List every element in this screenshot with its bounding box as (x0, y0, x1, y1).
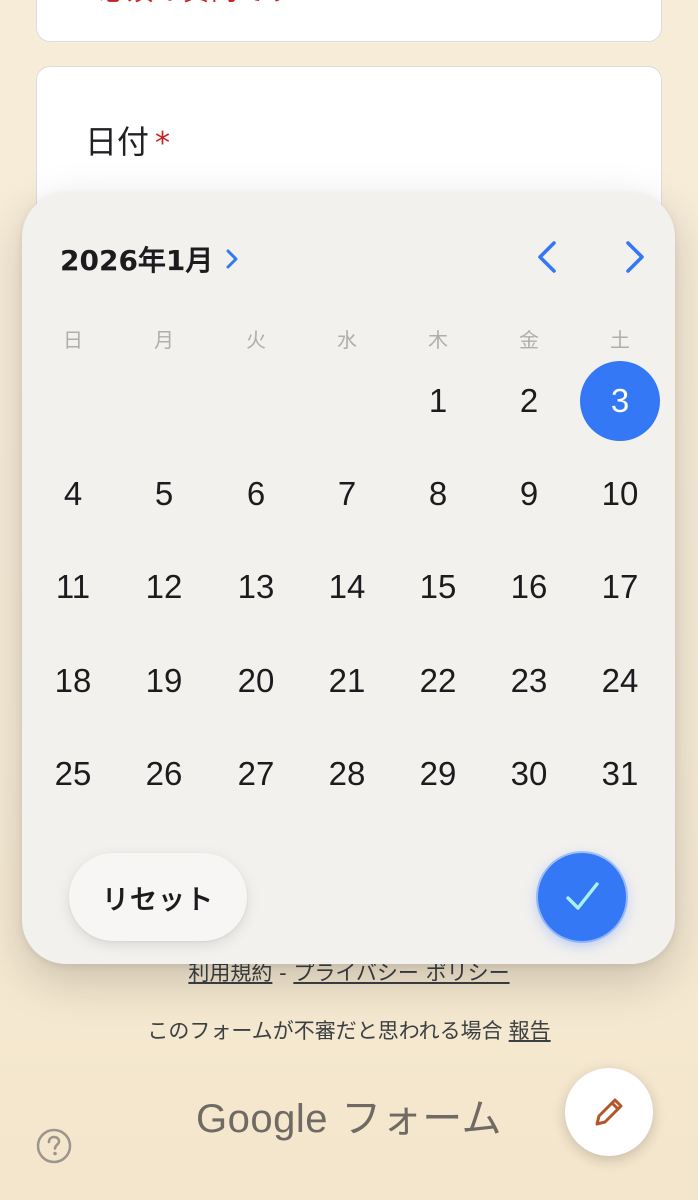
required-marker: * (155, 126, 171, 161)
confirm-button[interactable] (538, 853, 626, 941)
edit-button[interactable] (565, 1068, 653, 1156)
weekday-label: 月 (154, 328, 174, 352)
calendar-day[interactable]: 28 (307, 734, 387, 814)
privacy-link[interactable]: プライバシー ポリシー (293, 961, 509, 985)
calendar-day[interactable]: 21 (307, 641, 387, 721)
calendar-day[interactable]: 16 (489, 547, 569, 627)
weekday-label: 火 (246, 328, 266, 352)
calendar-day[interactable]: 29 (398, 734, 478, 814)
previous-month-button[interactable] (530, 237, 566, 277)
calendar-day[interactable]: 25 (33, 734, 113, 814)
calendar-day[interactable]: 22 (398, 641, 478, 721)
brand-forms: フォーム (327, 1096, 502, 1142)
calendar-day[interactable]: 10 (580, 454, 660, 534)
calendar-day[interactable]: 6 (216, 454, 296, 534)
chevron-left-icon (538, 241, 556, 273)
selected-day[interactable]: 3 (580, 361, 660, 441)
month-year-label: 2026年1月 (60, 244, 214, 277)
calendar-day[interactable]: 14 (307, 547, 387, 627)
footer-separator: - (272, 961, 294, 985)
checkmark-icon (566, 882, 599, 910)
calendar-day[interactable]: 12 (124, 547, 204, 627)
required-error-text: 必須の質問です (99, 0, 295, 8)
calendar-day[interactable]: 17 (580, 547, 660, 627)
calendar-day[interactable]: 2 (489, 361, 569, 441)
calendar-day[interactable]: 5 (124, 454, 204, 534)
calendar-day[interactable]: 19 (124, 641, 204, 721)
calendar-day[interactable]: 24 (580, 641, 660, 721)
chevron-right-icon (226, 249, 238, 269)
report-line: このフォームが不審だと思われる場合 報告 (0, 1015, 698, 1045)
brand-google: Google (196, 1097, 328, 1141)
reset-button[interactable]: リセット (69, 853, 247, 941)
weekday-label: 水 (337, 328, 357, 352)
weekday-label: 日 (63, 328, 83, 352)
weekday-label: 土 (610, 328, 630, 352)
weekday-label: 金 (519, 328, 539, 352)
pencil-icon (595, 1098, 623, 1126)
help-icon[interactable] (36, 1128, 72, 1164)
next-month-button[interactable] (616, 237, 652, 277)
question-card-previous: 必須の質問です (36, 0, 662, 42)
calendar-day[interactable]: 23 (489, 641, 569, 721)
calendar-day[interactable]: 4 (33, 454, 113, 534)
report-prefix: このフォームが不審だと思われる場合 (147, 1019, 503, 1043)
calendar-day[interactable]: 27 (216, 734, 296, 814)
calendar-day[interactable]: 30 (489, 734, 569, 814)
terms-link[interactable]: 利用規約 (188, 961, 272, 985)
calendar-day[interactable]: 26 (124, 734, 204, 814)
month-year-selector[interactable]: 2026年1月 (60, 239, 241, 279)
date-question-label: 日付 * (85, 117, 170, 163)
calendar-day[interactable]: 7 (307, 454, 387, 534)
calendar-day[interactable]: 31 (580, 734, 660, 814)
date-question-title: 日付 (85, 123, 150, 161)
date-picker-popup: 2026年1月 日月火水木金土 1 2 3 4 5 6 7 8 9 10 11 12 13 14 15 16 1… (22, 193, 675, 964)
calendar-day[interactable]: 8 (398, 454, 478, 534)
weekday-label: 木 (428, 328, 448, 352)
report-link[interactable]: 報告 (509, 1019, 551, 1043)
calendar-day[interactable]: 15 (398, 547, 478, 627)
calendar-day[interactable]: 1 (398, 361, 478, 441)
calendar-day[interactable]: 20 (216, 641, 296, 721)
calendar-day[interactable]: 9 (489, 454, 569, 534)
calendar-day[interactable]: 11 (33, 547, 113, 627)
chevron-right-icon (626, 241, 644, 273)
calendar-day[interactable]: 13 (216, 547, 296, 627)
calendar-day[interactable]: 18 (33, 641, 113, 721)
